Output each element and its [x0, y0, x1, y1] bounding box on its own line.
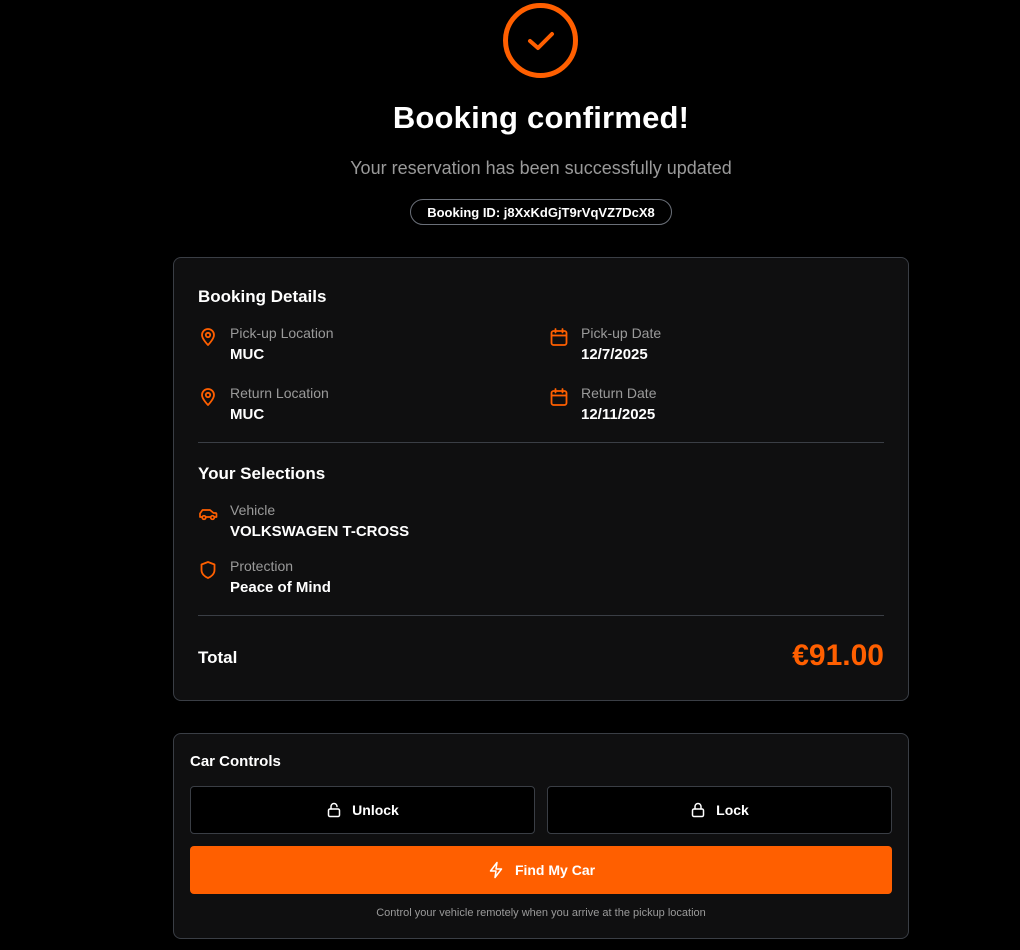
return-date: Return Date 12/11/2025	[549, 384, 656, 424]
return-location: Return Location MUC	[198, 384, 329, 424]
divider	[198, 615, 884, 616]
booking-details-heading: Booking Details	[198, 287, 327, 306]
pickup-date-value: 12/7/2025	[581, 346, 648, 363]
unlock-label: Unlock	[352, 802, 399, 818]
unlock-button[interactable]: Unlock	[190, 786, 535, 834]
booking-details-card: Booking Details Pick-up Location MUC Pic…	[173, 257, 909, 701]
lock-button[interactable]: Lock	[547, 786, 892, 834]
page-title: Booking confirmed!	[392, 100, 690, 135]
vehicle-value: VOLKSWAGEN T-CROSS	[230, 523, 410, 540]
return-date-value: 12/11/2025	[581, 406, 656, 423]
calendar-icon	[550, 388, 568, 406]
calendar-icon	[550, 328, 568, 346]
lock-label: Lock	[716, 802, 749, 818]
pickup-date-label: Pick-up Date	[581, 325, 662, 341]
find-my-car-button[interactable]: Find My Car	[190, 846, 892, 894]
car-controls-heading: Car Controls	[190, 753, 281, 770]
return-location-label: Return Location	[230, 385, 329, 401]
total-value: €91.00	[792, 639, 884, 672]
shield-icon	[200, 561, 216, 579]
map-pin-icon	[201, 388, 215, 406]
success-check-icon	[503, 3, 578, 78]
selections-heading: Your Selections	[198, 464, 326, 483]
controls-helper-text: Control your vehicle remotely when you a…	[376, 907, 706, 919]
map-pin-icon	[201, 328, 215, 346]
protection-label: Protection	[230, 558, 294, 574]
lightning-icon	[489, 861, 503, 879]
vehicle-label: Vehicle	[230, 502, 276, 518]
page-subtitle: Your reservation has been successfully u…	[350, 158, 732, 178]
pickup-location-label: Pick-up Location	[230, 325, 334, 341]
car-controls-card: Car Controls Unlock Lock Find My Car Con…	[173, 733, 909, 939]
pickup-location: Pick-up Location MUC	[198, 324, 334, 364]
pickup-date: Pick-up Date 12/7/2025	[549, 324, 661, 364]
booking-id-badge: Booking ID: j8XxKdGjT9rVqVZ7DcX8	[410, 199, 672, 225]
total-label: Total	[198, 648, 238, 667]
protection-selection: Protection Peace of Mind	[198, 557, 331, 597]
return-location-value: MUC	[230, 406, 265, 423]
return-date-label: Return Date	[581, 385, 657, 401]
pickup-location-value: MUC	[230, 346, 265, 363]
lock-icon	[691, 802, 705, 818]
protection-value: Peace of Mind	[230, 579, 331, 596]
divider	[198, 442, 884, 443]
vehicle-selection: Vehicle VOLKSWAGEN T-CROSS	[198, 501, 409, 541]
unlock-icon	[327, 802, 341, 818]
car-icon	[199, 509, 218, 521]
find-my-car-label: Find My Car	[514, 862, 596, 878]
